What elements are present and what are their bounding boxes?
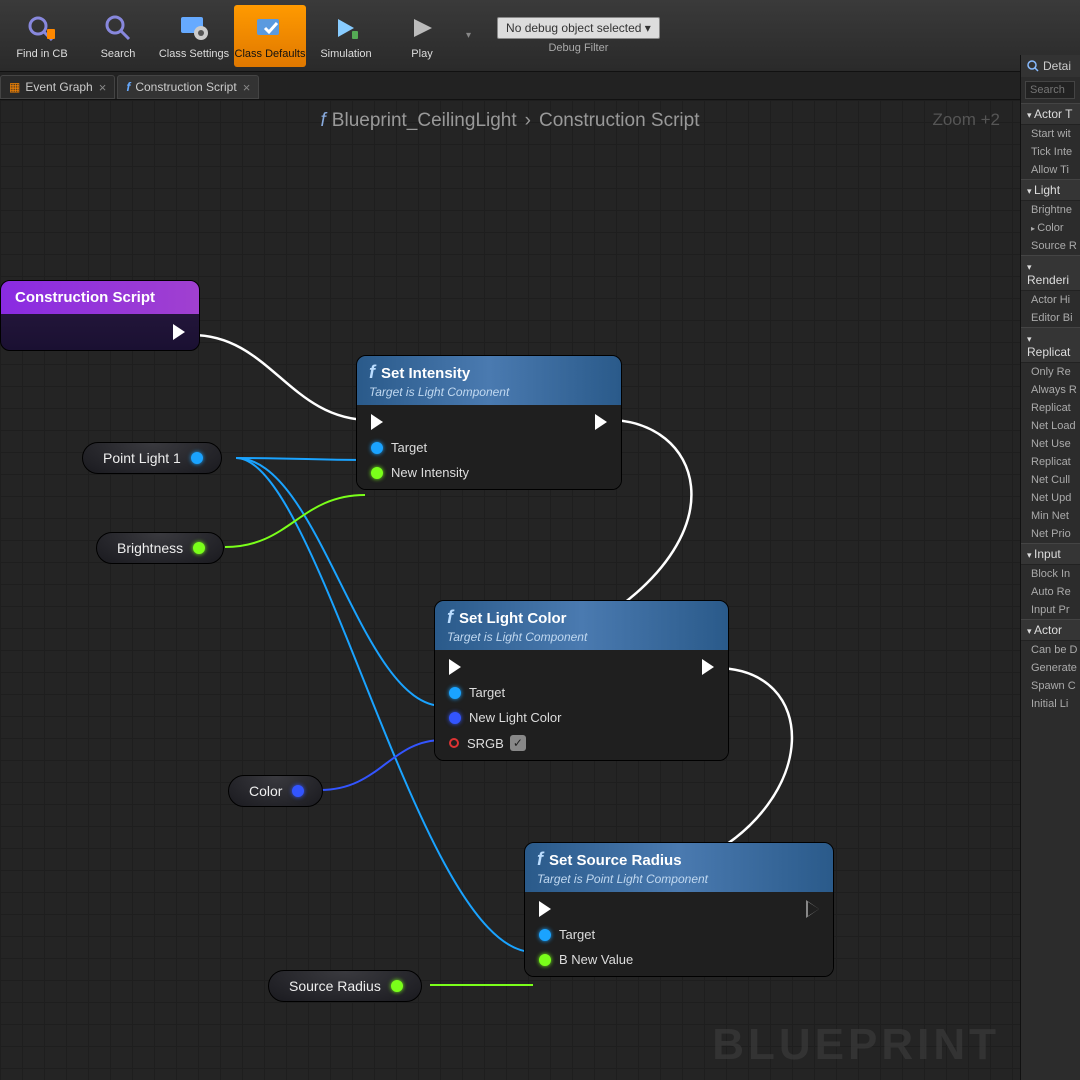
details-section[interactable]: Light [1021, 179, 1080, 201]
var-point-light[interactable]: Point Light 1 [82, 442, 222, 474]
exec-out-pin[interactable] [807, 901, 819, 917]
graph-tabs: ▦Event Graph× fConstruction Script× [0, 72, 1080, 100]
pin-new-intensity[interactable] [371, 467, 383, 479]
breadcrumb: fBlueprint_CeilingLight›Construction Scr… [0, 110, 1020, 132]
details-item[interactable]: Replicat [1021, 453, 1080, 471]
exec-in-pin[interactable] [371, 414, 383, 430]
exec-in-pin[interactable] [539, 901, 551, 917]
search-button[interactable]: Search [82, 5, 154, 67]
watermark: BLUEPRINT [712, 1020, 1000, 1070]
tab-event-graph[interactable]: ▦Event Graph× [0, 75, 115, 99]
exec-out-pin[interactable] [595, 414, 607, 430]
details-item[interactable]: Editor Bi [1021, 309, 1080, 327]
close-icon[interactable]: × [243, 80, 251, 95]
node-set-intensity[interactable]: fSet IntensityTarget is Light Component … [356, 355, 622, 490]
details-item[interactable]: Generate [1021, 659, 1080, 677]
details-section[interactable]: Actor [1021, 619, 1080, 641]
pin-srgb[interactable] [449, 738, 459, 748]
simulation-button[interactable]: Simulation [310, 5, 382, 67]
details-item[interactable]: Color [1021, 219, 1080, 237]
details-item[interactable]: Initial Li [1021, 695, 1080, 713]
details-item[interactable]: Only Re [1021, 363, 1080, 381]
details-item[interactable]: Net Upd [1021, 489, 1080, 507]
details-item[interactable]: Tick Inte [1021, 143, 1080, 161]
details-item[interactable]: Can be D [1021, 641, 1080, 659]
debug-filter: No debug object selected ▾ Debug Filter [497, 17, 660, 54]
details-item[interactable]: Brightne [1021, 201, 1080, 219]
pin-new-value[interactable] [539, 954, 551, 966]
details-item[interactable]: Spawn C [1021, 677, 1080, 695]
details-item[interactable]: Actor Hi [1021, 291, 1080, 309]
details-item[interactable]: Min Net [1021, 507, 1080, 525]
details-section[interactable]: Actor T [1021, 103, 1080, 125]
pin-out[interactable] [193, 542, 205, 554]
details-item[interactable]: Net Load [1021, 417, 1080, 435]
details-item[interactable]: Start wit [1021, 125, 1080, 143]
details-item[interactable]: Always R [1021, 381, 1080, 399]
class-defaults-button[interactable]: Class Defaults [234, 5, 306, 67]
pin-target[interactable] [449, 687, 461, 699]
pin-target[interactable] [539, 929, 551, 941]
exec-out-pin[interactable] [173, 324, 185, 340]
tab-construction-script[interactable]: fConstruction Script× [117, 75, 259, 99]
details-section[interactable]: Renderi [1021, 255, 1080, 291]
pin-target[interactable] [371, 442, 383, 454]
find-in-cb-button[interactable]: Find in CB [6, 5, 78, 67]
var-color[interactable]: Color [228, 775, 323, 807]
details-item[interactable]: Allow Ti [1021, 161, 1080, 179]
details-section[interactable]: Replicat [1021, 327, 1080, 363]
toolbar: Find in CB Search Class Settings Class D… [0, 0, 1080, 72]
details-item[interactable]: Auto Re [1021, 583, 1080, 601]
debug-object-select[interactable]: No debug object selected ▾ [497, 17, 660, 39]
wires [0, 100, 1020, 1080]
details-item[interactable]: Source R [1021, 237, 1080, 255]
node-construction-script[interactable]: Construction Script [0, 280, 200, 351]
details-item[interactable]: Input Pr [1021, 601, 1080, 619]
zoom-label: Zoom +2 [932, 110, 1000, 130]
details-item[interactable]: Replicat [1021, 399, 1080, 417]
pin-out[interactable] [391, 980, 403, 992]
var-brightness[interactable]: Brightness [96, 532, 224, 564]
node-set-light-color[interactable]: fSet Light ColorTarget is Light Componen… [434, 600, 729, 761]
var-source-radius[interactable]: Source Radius [268, 970, 422, 1002]
details-item[interactable]: Net Cull [1021, 471, 1080, 489]
details-item[interactable]: Block In [1021, 565, 1080, 583]
srgb-checkbox[interactable]: ✓ [510, 735, 526, 751]
details-section[interactable]: Input [1021, 543, 1080, 565]
pin-new-light-color[interactable] [449, 712, 461, 724]
node-set-source-radius[interactable]: fSet Source RadiusTarget is Point Light … [524, 842, 834, 977]
details-panel: Detai Actor TStart witTick InteAllow TiL… [1020, 55, 1080, 1080]
details-header: Detai [1021, 55, 1080, 77]
close-icon[interactable]: × [99, 80, 107, 95]
class-settings-button[interactable]: Class Settings [158, 5, 230, 67]
pin-out[interactable] [292, 785, 304, 797]
exec-in-pin[interactable] [449, 659, 461, 675]
play-button[interactable]: Play [386, 5, 458, 67]
details-item[interactable]: Net Prio [1021, 525, 1080, 543]
graph-canvas[interactable]: fBlueprint_CeilingLight›Construction Scr… [0, 100, 1020, 1080]
exec-out-pin[interactable] [702, 659, 714, 675]
details-item[interactable]: Net Use [1021, 435, 1080, 453]
pin-out[interactable] [191, 452, 203, 464]
details-search[interactable] [1025, 81, 1075, 99]
